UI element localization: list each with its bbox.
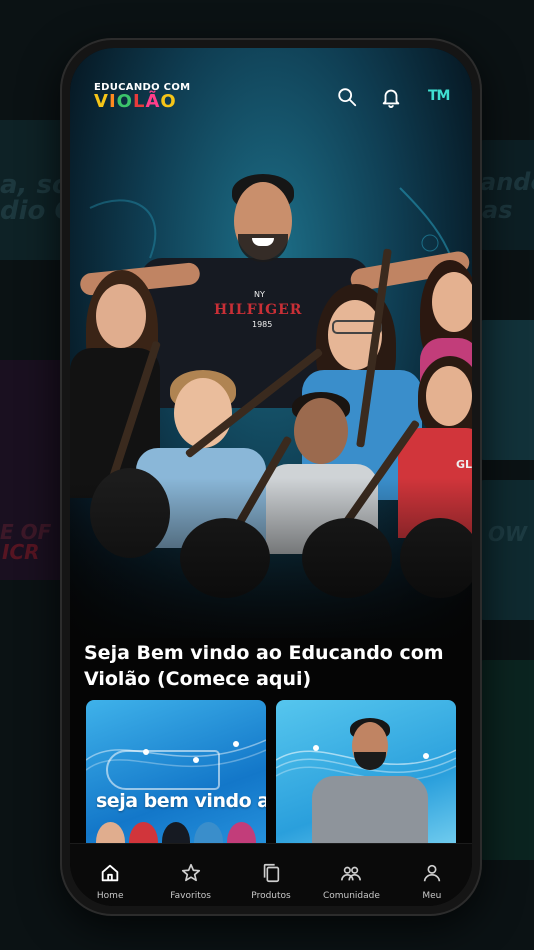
bg-tile-right-4 bbox=[478, 660, 534, 860]
shirt-text-brand: HILFIGER bbox=[214, 302, 303, 318]
app-logo[interactable]: EDUCANDO COM VIOLÃO bbox=[94, 82, 190, 111]
nav-item-home[interactable]: Home bbox=[70, 844, 150, 906]
star-icon bbox=[181, 863, 200, 882]
app-screen: NY HILFIGER 1985 GL EDUCANDO COM VIOLÃO … bbox=[70, 48, 472, 906]
nav-label-home: Home bbox=[96, 891, 124, 901]
user-icon bbox=[423, 864, 440, 882]
nav-label-comunidade: Comunidade bbox=[322, 891, 380, 901]
guitar-outline-icon bbox=[106, 750, 220, 790]
logo-letter: L bbox=[132, 91, 146, 112]
girl-far-right-head bbox=[432, 272, 472, 332]
bg-text-3: ando bbox=[480, 168, 534, 196]
logo-letter: O bbox=[116, 91, 133, 112]
hero-fade-overlay bbox=[70, 478, 472, 648]
bg-text-7: OW bbox=[488, 522, 528, 546]
girl-red-head bbox=[426, 366, 472, 426]
bg-text-6: ICR bbox=[2, 540, 40, 564]
app-header: EDUCANDO COM VIOLÃO TM bbox=[70, 48, 472, 158]
girl-left-head bbox=[96, 284, 146, 348]
logo-letter: Ã bbox=[145, 91, 161, 112]
nav-item-favoritos[interactable]: Favoritos bbox=[150, 844, 230, 906]
bg-tile-right-3 bbox=[478, 480, 534, 620]
nav-label-meu: Meu bbox=[422, 891, 442, 901]
nav-item-comunidade[interactable]: Comunidade bbox=[311, 844, 391, 906]
bottom-navigation: Home Favoritos Produtos Comunidade Meu bbox=[70, 843, 472, 906]
home-icon bbox=[101, 864, 119, 882]
bg-text-4: as bbox=[482, 196, 513, 224]
nav-label-favoritos: Favoritos bbox=[170, 891, 211, 901]
search-icon[interactable] bbox=[336, 86, 358, 108]
card-caption: seja bem vindo ao bbox=[96, 790, 266, 812]
shirt-text-year: 1985 bbox=[252, 320, 273, 329]
community-icon bbox=[341, 866, 362, 881]
copy-icon bbox=[263, 863, 280, 883]
shirt-text-ny: NY bbox=[254, 290, 265, 299]
brand-mark[interactable]: TM bbox=[428, 88, 451, 104]
content-card-teacher[interactable] bbox=[276, 700, 456, 860]
nav-label-produtos: Produtos bbox=[251, 891, 291, 901]
boy-center-head bbox=[294, 398, 348, 464]
phone-frame: NY HILFIGER 1985 GL EDUCANDO COM VIOLÃO … bbox=[60, 38, 482, 916]
bg-tile-right-2 bbox=[478, 320, 534, 460]
girl-red-shirt-text: GLA bbox=[456, 458, 472, 471]
logo-letter: O bbox=[160, 91, 177, 112]
content-card-welcome[interactable]: seja bem vindo ao bbox=[86, 700, 266, 860]
logo-letter: V bbox=[94, 91, 109, 112]
nav-item-produtos[interactable]: Produtos bbox=[231, 844, 311, 906]
logo-letter: I bbox=[108, 91, 117, 112]
logo-text-bottom: VIOLÃO bbox=[94, 93, 190, 111]
nav-item-meu[interactable]: Meu bbox=[392, 844, 472, 906]
bell-icon[interactable] bbox=[380, 86, 402, 108]
section-title: Seja Bem vindo ao Educando com Violão (C… bbox=[84, 642, 444, 690]
